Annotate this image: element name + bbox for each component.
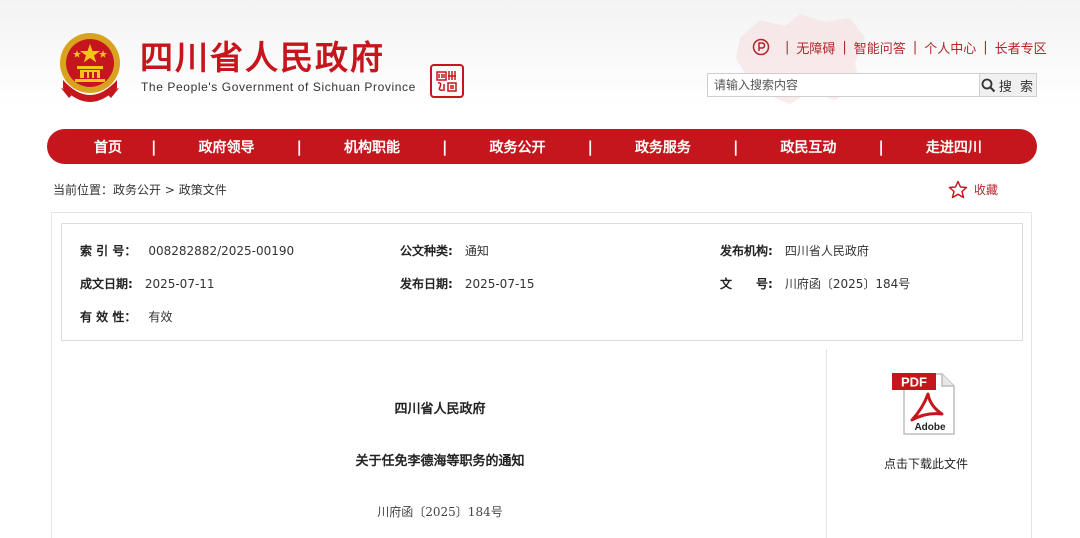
pdf-download-icon[interactable]: PDF Adobe	[890, 368, 960, 438]
meta-published: 发布日期: 2025-07-15	[400, 275, 535, 292]
nav-item-gov-affairs[interactable]: 政务公开	[489, 137, 545, 157]
meta-docno-label: 文 号:	[720, 277, 773, 291]
nav-item-about-sichuan[interactable]: 走进四川	[926, 137, 982, 157]
meta-created: 成文日期: 2025-07-11	[80, 275, 215, 292]
document-title: 关于任免李德海等职务的通知	[355, 454, 525, 469]
accessibility-icon[interactable]	[752, 38, 770, 56]
meta-index-value: 008282882/2025-00190	[148, 244, 295, 258]
meta-type-value: 通知	[464, 244, 489, 258]
meta-issuer: 发布机构: 四川省人民政府	[720, 242, 869, 259]
meta-published-label: 发布日期:	[400, 277, 453, 291]
meta-created-value: 2025-07-11	[144, 277, 215, 291]
top-link-separator: |	[983, 39, 988, 55]
favorite-button[interactable]: 收藏	[948, 180, 998, 199]
search-icon	[981, 78, 996, 92]
top-link-separator: |	[842, 39, 847, 55]
meta-issuer-label: 发布机构:	[720, 244, 773, 258]
search-bar: 搜 索	[707, 73, 1037, 97]
nav-item-organization[interactable]: 机构职能	[344, 137, 400, 157]
nav-separator: |	[878, 137, 884, 156]
nav-separator: |	[587, 137, 593, 156]
meta-issuer-value: 四川省人民政府	[784, 244, 869, 258]
meta-type: 公文种类: 通知	[400, 242, 489, 259]
nav-separator: |	[732, 137, 739, 156]
search-button-label: 搜 索	[998, 79, 1036, 95]
sichuan-seal-logo	[430, 64, 464, 98]
adobe-text: Adobe	[914, 422, 946, 433]
top-links: | 无障碍 | 智能问答 | 个人中心 | 长者专区	[752, 36, 1047, 58]
meta-validity-value: 有效	[148, 310, 173, 324]
meta-validity: 有 效 性： 有效	[80, 308, 172, 325]
breadcrumb-prefix: 当前位置：	[53, 183, 114, 197]
meta-published-value: 2025-07-15	[464, 277, 535, 291]
site-title-cn: 四川省人民政府	[140, 38, 385, 77]
pdf-badge-text: PDF	[901, 375, 927, 390]
meta-type-label: 公文种类:	[400, 244, 453, 258]
meta-created-label: 成文日期:	[80, 277, 133, 291]
nav-item-interaction[interactable]: 政民互动	[780, 137, 836, 157]
nav-separator: |	[151, 137, 157, 156]
search-input[interactable]	[707, 73, 980, 97]
pdf-file-icon: PDF Adobe	[892, 373, 955, 435]
document-issuer: 四川省人民政府	[394, 402, 486, 417]
top-link-personal-center[interactable]: 个人中心	[924, 38, 976, 57]
seal-glyph-icon	[436, 71, 457, 92]
document-metadata: 索 引 号： 008282882/2025-00190 公文种类: 通知 发布机构:…	[61, 223, 1023, 341]
breadcrumb: 当前位置：政务公开 > 政策文件	[53, 181, 227, 198]
top-link-smart-qa[interactable]: 智能问答	[854, 38, 906, 57]
main-nav: 首页 | 政府领导 | 机构职能 | 政务公开 | 政务服务 | 政民互动 | …	[47, 129, 1037, 164]
nav-separator: |	[296, 137, 302, 156]
breadcrumb-path[interactable]: 政务公开 > 政策文件	[113, 183, 227, 197]
site-header: 四川省人民政府 The People's Government of Sichu…	[0, 0, 1080, 125]
download-file-link[interactable]: 点击下载此文件	[842, 455, 1010, 472]
favorite-label: 收藏	[974, 183, 999, 197]
nav-item-home[interactable]: 首页	[87, 137, 129, 157]
nav-separator: |	[441, 137, 448, 156]
star-icon	[948, 180, 968, 199]
meta-docno: 文 号: 川府函〔2025〕184号	[720, 275, 910, 292]
search-button[interactable]: 搜 索	[980, 73, 1037, 97]
document-card: 索 引 号： 008282882/2025-00190 公文种类: 通知 发布机构:…	[51, 212, 1032, 538]
site-title-en: The People's Government of Sichuan Provi…	[141, 80, 416, 94]
top-link-separator: |	[912, 39, 918, 55]
meta-index: 索 引 号： 008282882/2025-00190	[80, 242, 294, 259]
meta-index-label: 索 引 号：	[80, 244, 137, 258]
document-number: 川府函〔2025〕184号	[377, 505, 503, 519]
meta-validity-label: 有 效 性：	[80, 310, 137, 324]
top-link-accessibility[interactable]: 无障碍	[796, 38, 835, 57]
top-link-elderly-zone[interactable]: 长者专区	[995, 38, 1047, 57]
national-emblem-icon	[60, 33, 120, 102]
nav-item-leadership[interactable]: 政府领导	[198, 137, 254, 157]
top-link-separator: |	[785, 39, 790, 55]
nav-item-gov-services[interactable]: 政务服务	[635, 137, 691, 157]
meta-docno-value: 川府函〔2025〕184号	[784, 277, 911, 291]
